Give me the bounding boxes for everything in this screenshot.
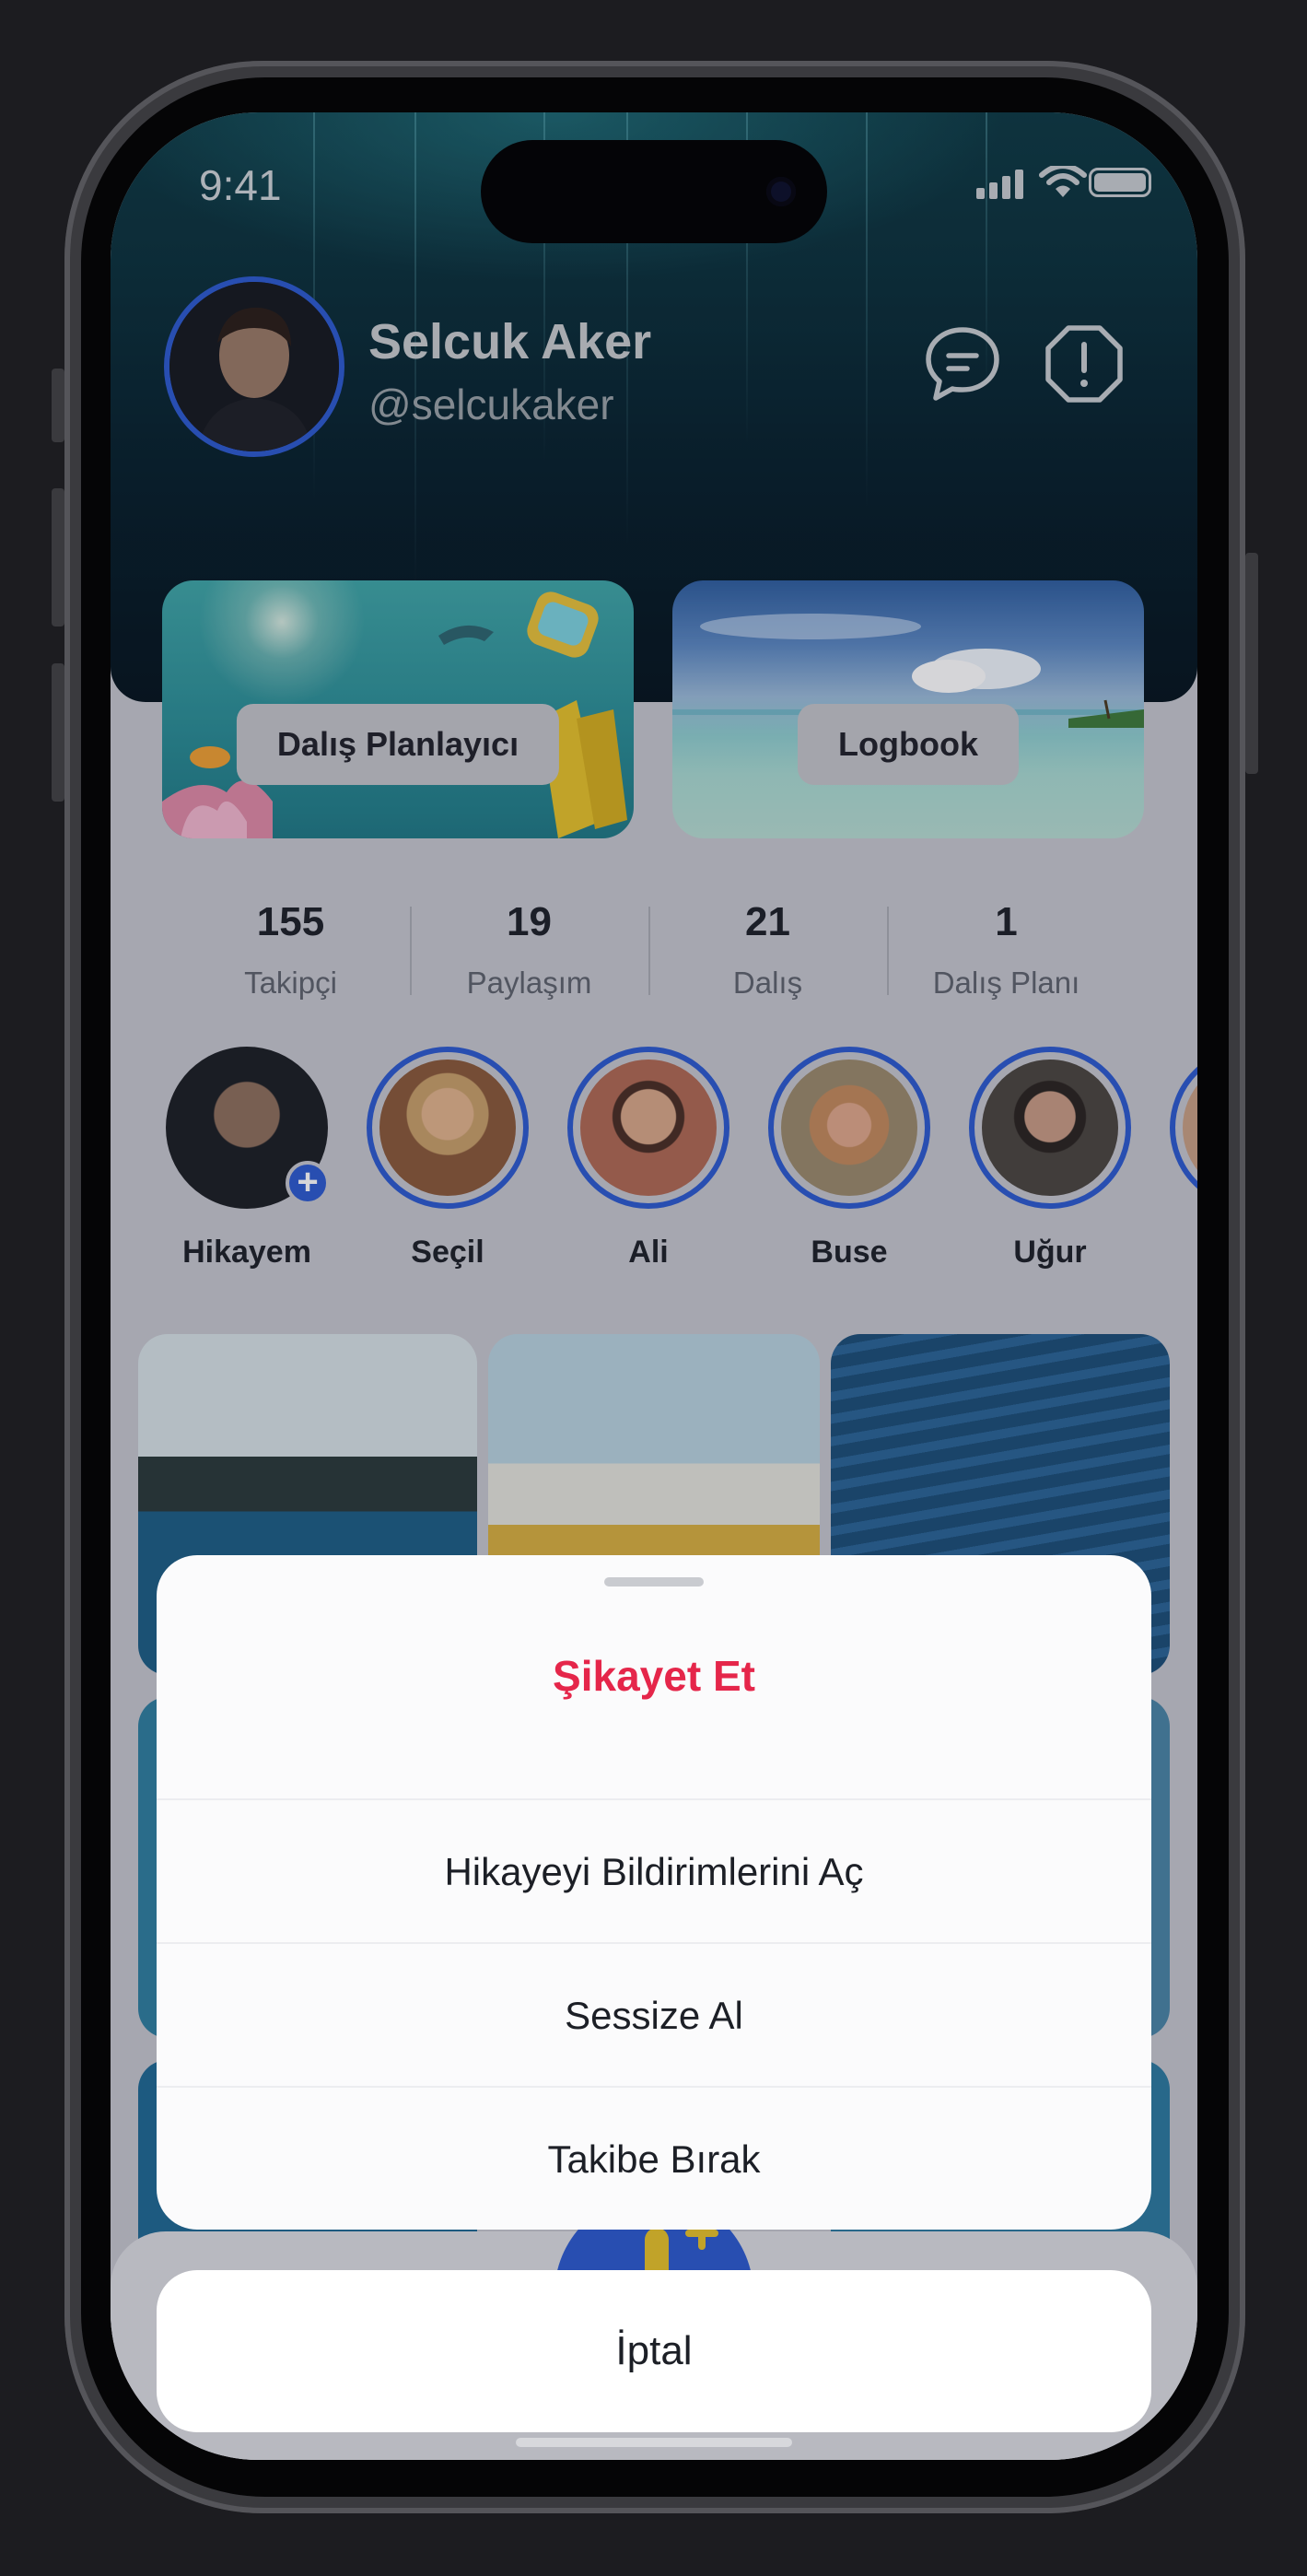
silent-switch [52, 369, 64, 442]
turn-on-story-notifications-button[interactable]: Hikayeyi Bildirimlerini Aç [157, 1798, 1151, 1942]
power-button [1245, 553, 1258, 774]
sheet-grabber[interactable] [604, 1577, 704, 1587]
report-title[interactable]: Şikayet Et [157, 1616, 1151, 1736]
screen: 9:41 Selcuk Aker @selcukaker Dalış Planl… [111, 112, 1197, 2460]
unfollow-button[interactable]: Takibe Bırak [157, 2086, 1151, 2230]
cancel-button[interactable]: İptal [157, 2270, 1151, 2432]
report-action-sheet: Şikayet Et Hikayeyi Bildirimlerini Aç Se… [157, 1555, 1151, 2230]
mute-button[interactable]: Sessize Al [157, 1942, 1151, 2086]
volume-up-button [52, 488, 64, 626]
volume-down-button [52, 663, 64, 802]
home-indicator [516, 2438, 792, 2447]
